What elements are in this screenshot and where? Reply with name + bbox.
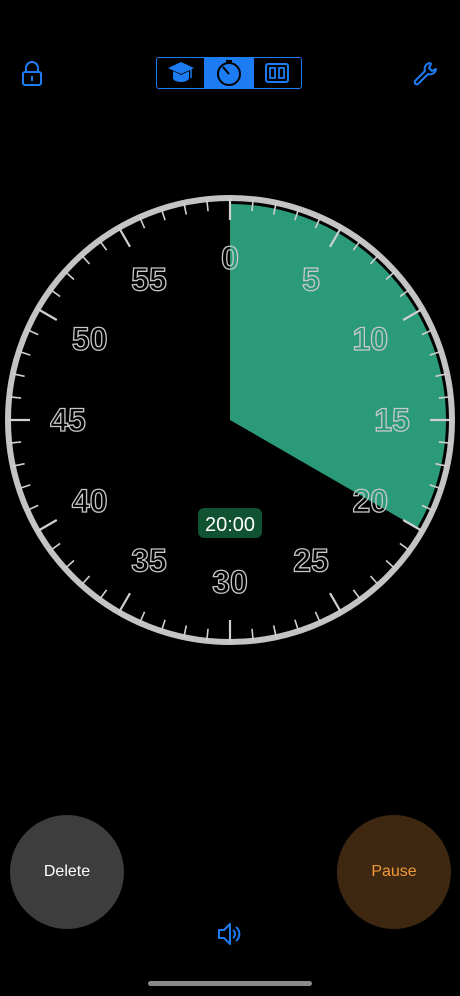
pause-label: Pause [371,863,417,880]
settings-button[interactable] [410,58,442,90]
dial-number-40: 40 [72,483,108,519]
major-tick [37,308,58,321]
minor-tick [352,589,362,601]
pause-button[interactable]: Pause [337,815,451,929]
minor-tick [80,254,91,265]
minor-tick [49,288,61,298]
time-display: 20:00 [205,514,255,536]
lock-button[interactable] [18,58,46,90]
mode-tab-timer[interactable] [205,58,254,88]
speaker-icon [218,923,241,945]
graduation-cap-icon [167,62,194,82]
dial-number-15: 15 [374,402,410,438]
dial-number-5: 5 [302,262,320,298]
minor-tick [64,270,75,281]
dial-number-20: 20 [352,483,388,519]
major-tick [118,592,131,613]
dial-number-30: 30 [212,564,248,600]
minor-tick [98,239,108,251]
timer-icon [216,60,241,86]
minor-tick [399,542,411,552]
minor-tick [49,542,61,552]
major-tick [37,519,58,532]
major-tick [118,227,131,248]
mode-selector [156,57,302,89]
dial-number-55: 55 [131,262,167,298]
major-tick [329,592,342,613]
minor-tick [385,559,396,570]
home-indicator [148,981,312,986]
delete-button[interactable]: Delete [10,815,124,929]
dial-number-10: 10 [352,321,388,357]
lock-icon [22,61,42,86]
dial-number-35: 35 [131,542,167,578]
dial-number-50: 50 [72,321,108,357]
dial-number-25: 25 [293,542,329,578]
delete-label: Delete [43,863,91,880]
dial-number-0: 0 [221,240,239,276]
split-view-icon [265,63,290,83]
dial-number-45: 45 [50,402,86,438]
timer-dial[interactable]: 0 5 10 15 20 25 30 35 40 45 50 55 20:00 [0,190,460,650]
wrench-icon [413,62,437,86]
mode-tab-lesson[interactable] [157,58,206,88]
minor-tick [98,589,108,601]
elapsed-wedge [230,204,447,528]
sound-button[interactable] [214,918,246,950]
minor-tick [80,575,91,586]
minor-tick [369,575,380,586]
minor-tick [64,559,75,570]
mode-tab-split[interactable] [254,58,301,88]
